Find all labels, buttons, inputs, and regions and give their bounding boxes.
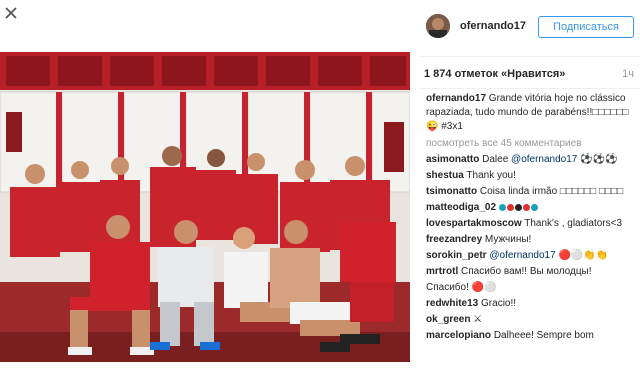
view-all-comments-link[interactable]: посмотреть все 45 комментариев xyxy=(426,136,636,152)
comment-emoji: 🔴⚪👏👏 xyxy=(558,250,609,261)
post-meta: 1 874 отметок «Нравится» 1ч xyxy=(424,68,636,82)
header-divider xyxy=(420,56,640,57)
comment-text: ⚔ xyxy=(473,314,483,325)
comment-text: Dalee xyxy=(482,154,509,165)
comment-item: lovespartakmoscow Thank's , gladiators<3 xyxy=(426,216,636,232)
comment-username[interactable]: mrtrotl xyxy=(426,266,458,277)
comment-text: Thank's , gladiators<3 xyxy=(524,218,623,229)
comment-item: sorokin_petr @ofernando17 🔴⚪👏👏 xyxy=(426,248,636,264)
comment-username[interactable]: tsimonatto xyxy=(426,186,477,197)
emoji-dot xyxy=(530,203,538,211)
comment-item: redwhite13 Gracio!! xyxy=(426,296,636,312)
comment-text: Coisa linda irmão □□□□□□ □□□□ xyxy=(479,186,624,197)
comment-item: freezandrey Мужчины! xyxy=(426,232,636,248)
post-header: ofernando17 Подписаться xyxy=(420,12,640,42)
comment-username[interactable]: matteodiga_02 xyxy=(426,202,496,213)
user-avatar[interactable] xyxy=(426,14,450,38)
emoji-dot xyxy=(506,203,514,211)
emoji-dot xyxy=(514,203,522,211)
comment-username[interactable]: lovespartakmoscow xyxy=(426,218,522,229)
comment-mention[interactable]: @ofernando17 xyxy=(489,250,555,261)
follow-button[interactable]: Подписаться xyxy=(538,16,634,38)
comment-username[interactable]: asimonatto xyxy=(426,154,479,165)
comment-mention[interactable]: @ofernando17 xyxy=(511,154,577,165)
comment-item: matteodiga_02 xyxy=(426,200,636,216)
comment-username[interactable]: ok_green xyxy=(426,314,470,325)
comment-item: shestua Thank you! xyxy=(426,168,636,184)
caption: ofernando17 Grande vitória hoje no cláss… xyxy=(426,92,636,134)
caption-username[interactable]: ofernando17 xyxy=(426,93,486,104)
emoji-dot xyxy=(522,203,530,211)
comment-username[interactable]: marcelopiano xyxy=(426,330,491,341)
comment-username[interactable]: shestua xyxy=(426,170,464,181)
comment-username[interactable]: freezandrey xyxy=(426,234,482,245)
emoji-dot xyxy=(498,203,506,211)
comment-text: Мужчины! xyxy=(484,234,532,245)
comment-text: Thank you! xyxy=(466,170,516,181)
close-icon[interactable] xyxy=(4,6,18,20)
comment-item: mrtrotl Спасибо вам!! Вы молодцы! Спасиб… xyxy=(426,264,636,296)
username-link[interactable]: ofernando17 xyxy=(460,20,526,32)
post-time[interactable]: 1ч xyxy=(622,68,634,80)
post-panel: ofernando17 Подписаться 1 874 отметок «Н… xyxy=(420,0,640,383)
comment-item: marcelopiano Dalheee! Sempre bom xyxy=(426,328,636,344)
comment-item: ok_green ⚔ xyxy=(426,312,636,328)
comment-username[interactable]: sorokin_petr xyxy=(426,250,487,261)
comment-item: tsimonatto Coisa linda irmão □□□□□□ □□□□ xyxy=(426,184,636,200)
post-photo[interactable] xyxy=(0,52,410,362)
comment-username[interactable]: redwhite13 xyxy=(426,298,478,309)
comments-list: ofernando17 Grande vitória hoje no cláss… xyxy=(426,92,636,344)
meta-divider xyxy=(420,88,640,89)
comment-emoji: ⚽⚽⚽ xyxy=(580,154,618,165)
comment-item: asimonatto Dalee @ofernando17 ⚽⚽⚽ xyxy=(426,152,636,168)
heart-emoji-row xyxy=(498,203,538,211)
comment-text: Gracio!! xyxy=(481,298,517,309)
likes-count[interactable]: 1 874 отметок «Нравится» xyxy=(424,68,565,80)
comment-text: Dalheee! Sempre bom xyxy=(493,330,594,341)
